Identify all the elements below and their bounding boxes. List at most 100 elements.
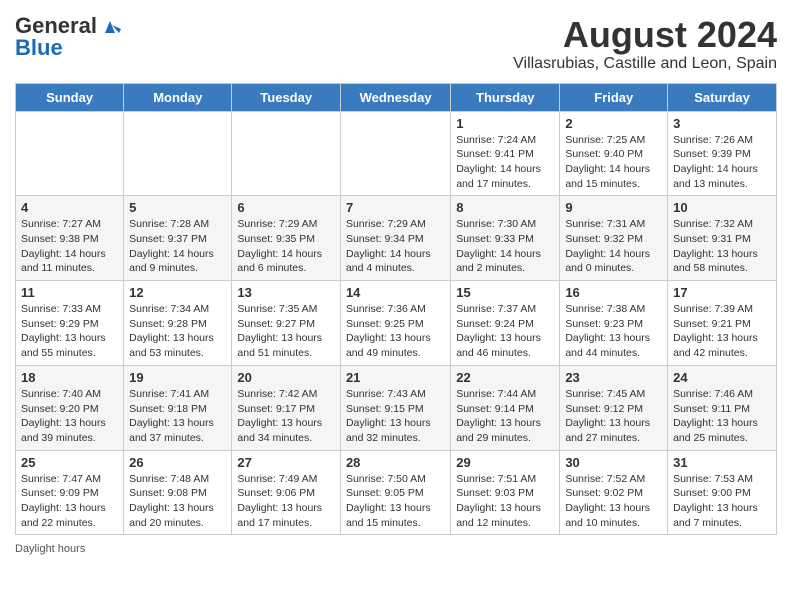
calendar-cell — [340, 111, 450, 196]
day-number: 22 — [456, 370, 554, 385]
footer: Daylight hours — [15, 543, 777, 555]
day-number: 13 — [237, 285, 335, 300]
day-info: Sunrise: 7:43 AM Sunset: 9:15 PM Dayligh… — [346, 387, 445, 446]
day-of-week-header: Thursday — [451, 83, 560, 111]
calendar-cell: 7Sunrise: 7:29 AM Sunset: 9:34 PM Daylig… — [340, 196, 450, 281]
page-title: August 2024 — [513, 15, 777, 55]
day-info: Sunrise: 7:27 AM Sunset: 9:38 PM Dayligh… — [21, 217, 118, 276]
day-info: Sunrise: 7:42 AM Sunset: 9:17 PM Dayligh… — [237, 387, 335, 446]
logo: General Blue — [15, 15, 121, 59]
day-number: 30 — [565, 455, 662, 470]
day-info: Sunrise: 7:34 AM Sunset: 9:28 PM Dayligh… — [129, 302, 226, 361]
calendar-cell: 2 Sunrise: 7:25 AM Sunset: 9:40 PM Daylig… — [560, 111, 668, 196]
day-info: Sunrise: 7:46 AM Sunset: 9:11 PM Dayligh… — [673, 387, 771, 446]
calendar-cell: 16 Sunrise: 7:38 AM Sunset: 9:23 PM Dayli… — [560, 281, 668, 366]
calendar-cell: 17 Sunrise: 7:39 AM Sunset: 9:21 PM Dayli… — [668, 281, 777, 366]
day-number: 31 — [673, 455, 771, 470]
calendar-cell: 24 Sunrise: 7:46 AM Sunset: 9:11 PM Dayli… — [668, 365, 777, 450]
calendar-cell: 28 Sunrise: 7:50 AM Sunset: 9:05 PM Dayli… — [340, 450, 450, 535]
day-number: 21 — [346, 370, 445, 385]
day-info: Sunrise: 7:53 AM Sunset: 9:00 PM Dayligh… — [673, 472, 771, 531]
day-info: Sunrise: 7:39 AM Sunset: 9:21 PM Dayligh… — [673, 302, 771, 361]
day-info: Sunrise: 7:50 AM Sunset: 9:05 PM Dayligh… — [346, 472, 445, 531]
day-number: 8 — [456, 200, 554, 215]
title-block: August 2024 Villasrubias, Castille and L… — [513, 15, 777, 73]
logo-triangle-icon — [99, 15, 121, 37]
day-info: Sunrise: 7:40 AM Sunset: 9:20 PM Dayligh… — [21, 387, 118, 446]
day-info: Sunrise: 7:30 AM Sunset: 9:33 PM Dayligh… — [456, 217, 554, 276]
day-number: 27 — [237, 455, 335, 470]
day-info: Sunrise: 7:25 AM Sunset: 9:40 PM Dayligh… — [565, 133, 662, 192]
calendar-cell: 25 Sunrise: 7:47 AM Sunset: 9:09 PM Dayli… — [16, 450, 124, 535]
calendar-cell: 12 Sunrise: 7:34 AM Sunset: 9:28 PM Dayli… — [124, 281, 232, 366]
calendar-cell: 22 Sunrise: 7:44 AM Sunset: 9:14 PM Dayli… — [451, 365, 560, 450]
calendar-cell — [16, 111, 124, 196]
day-info: Sunrise: 7:24 AM Sunset: 9:41 PM Dayligh… — [456, 133, 554, 192]
day-info: Sunrise: 7:45 AM Sunset: 9:12 PM Dayligh… — [565, 387, 662, 446]
day-info: Sunrise: 7:44 AM Sunset: 9:14 PM Dayligh… — [456, 387, 554, 446]
day-number: 18 — [21, 370, 118, 385]
day-number: 4 — [21, 200, 118, 215]
day-info: Sunrise: 7:33 AM Sunset: 9:29 PM Dayligh… — [21, 302, 118, 361]
day-info: Sunrise: 7:28 AM Sunset: 9:37 PM Dayligh… — [129, 217, 226, 276]
calendar-cell: 6 Sunrise: 7:29 AM Sunset: 9:35 PM Daylig… — [232, 196, 341, 281]
day-info: Sunrise: 7:35 AM Sunset: 9:27 PM Dayligh… — [237, 302, 335, 361]
calendar-cell: 31 Sunrise: 7:53 AM Sunset: 9:00 PM Dayli… — [668, 450, 777, 535]
day-number: 28 — [346, 455, 445, 470]
day-number: 20 — [237, 370, 335, 385]
day-number: 24 — [673, 370, 771, 385]
day-of-week-header: Monday — [124, 83, 232, 111]
calendar-cell: 30 Sunrise: 7:52 AM Sunset: 9:02 PM Dayli… — [560, 450, 668, 535]
day-of-week-header: Wednesday — [340, 83, 450, 111]
day-of-week-header: Friday — [560, 83, 668, 111]
day-info: Sunrise: 7:29 AM Sunset: 9:35 PM Dayligh… — [237, 217, 335, 276]
calendar-header: SundayMondayTuesdayWednesdayThursdayFrid… — [16, 83, 777, 111]
day-number: 5 — [129, 200, 226, 215]
page-subtitle: Villasrubias, Castille and Leon, Spain — [513, 55, 777, 73]
day-info: Sunrise: 7:38 AM Sunset: 9:23 PM Dayligh… — [565, 302, 662, 361]
calendar-cell: 3 Sunrise: 7:26 AM Sunset: 9:39 PM Daylig… — [668, 111, 777, 196]
calendar-table: SundayMondayTuesdayWednesdayThursdayFrid… — [15, 83, 777, 536]
day-number: 15 — [456, 285, 554, 300]
day-number: 25 — [21, 455, 118, 470]
day-number: 19 — [129, 370, 226, 385]
day-number: 3 — [673, 116, 771, 131]
day-of-week-header: Tuesday — [232, 83, 341, 111]
day-number: 2 — [565, 116, 662, 131]
day-info: Sunrise: 7:41 AM Sunset: 9:18 PM Dayligh… — [129, 387, 226, 446]
calendar-cell: 19 Sunrise: 7:41 AM Sunset: 9:18 PM Dayli… — [124, 365, 232, 450]
day-number: 6 — [237, 200, 335, 215]
calendar-cell: 29Sunrise: 7:51 AM Sunset: 9:03 PM Dayli… — [451, 450, 560, 535]
calendar-cell: 1Sunrise: 7:24 AM Sunset: 9:41 PM Daylig… — [451, 111, 560, 196]
logo-blue: Blue — [15, 37, 63, 59]
calendar-cell: 9Sunrise: 7:31 AM Sunset: 9:32 PM Daylig… — [560, 196, 668, 281]
calendar-cell: 4 Sunrise: 7:27 AM Sunset: 9:38 PM Daylig… — [16, 196, 124, 281]
day-number: 10 — [673, 200, 771, 215]
day-info: Sunrise: 7:37 AM Sunset: 9:24 PM Dayligh… — [456, 302, 554, 361]
calendar-cell: 8 Sunrise: 7:30 AM Sunset: 9:33 PM Daylig… — [451, 196, 560, 281]
day-info: Sunrise: 7:52 AM Sunset: 9:02 PM Dayligh… — [565, 472, 662, 531]
day-info: Sunrise: 7:47 AM Sunset: 9:09 PM Dayligh… — [21, 472, 118, 531]
day-of-week-header: Sunday — [16, 83, 124, 111]
calendar-cell — [232, 111, 341, 196]
day-number: 12 — [129, 285, 226, 300]
day-number: 7 — [346, 200, 445, 215]
day-info: Sunrise: 7:36 AM Sunset: 9:25 PM Dayligh… — [346, 302, 445, 361]
day-info: Sunrise: 7:48 AM Sunset: 9:08 PM Dayligh… — [129, 472, 226, 531]
calendar-cell: 14Sunrise: 7:36 AM Sunset: 9:25 PM Dayli… — [340, 281, 450, 366]
day-number: 17 — [673, 285, 771, 300]
calendar-cell: 10 Sunrise: 7:32 AM Sunset: 9:31 PM Dayli… — [668, 196, 777, 281]
calendar-cell: 21 Sunrise: 7:43 AM Sunset: 9:15 PM Dayli… — [340, 365, 450, 450]
calendar-cell: 15 Sunrise: 7:37 AM Sunset: 9:24 PM Dayli… — [451, 281, 560, 366]
day-info: Sunrise: 7:32 AM Sunset: 9:31 PM Dayligh… — [673, 217, 771, 276]
day-info: Sunrise: 7:26 AM Sunset: 9:39 PM Dayligh… — [673, 133, 771, 192]
calendar-cell: 11Sunrise: 7:33 AM Sunset: 9:29 PM Dayli… — [16, 281, 124, 366]
calendar-cell: 27Sunrise: 7:49 AM Sunset: 9:06 PM Dayli… — [232, 450, 341, 535]
day-number: 9 — [565, 200, 662, 215]
calendar-cell: 18 Sunrise: 7:40 AM Sunset: 9:20 PM Dayli… — [16, 365, 124, 450]
day-number: 16 — [565, 285, 662, 300]
calendar-cell: 26Sunrise: 7:48 AM Sunset: 9:08 PM Dayli… — [124, 450, 232, 535]
day-of-week-header: Saturday — [668, 83, 777, 111]
logo-general: General — [15, 15, 97, 37]
calendar-cell: 13 Sunrise: 7:35 AM Sunset: 9:27 PM Dayli… — [232, 281, 341, 366]
